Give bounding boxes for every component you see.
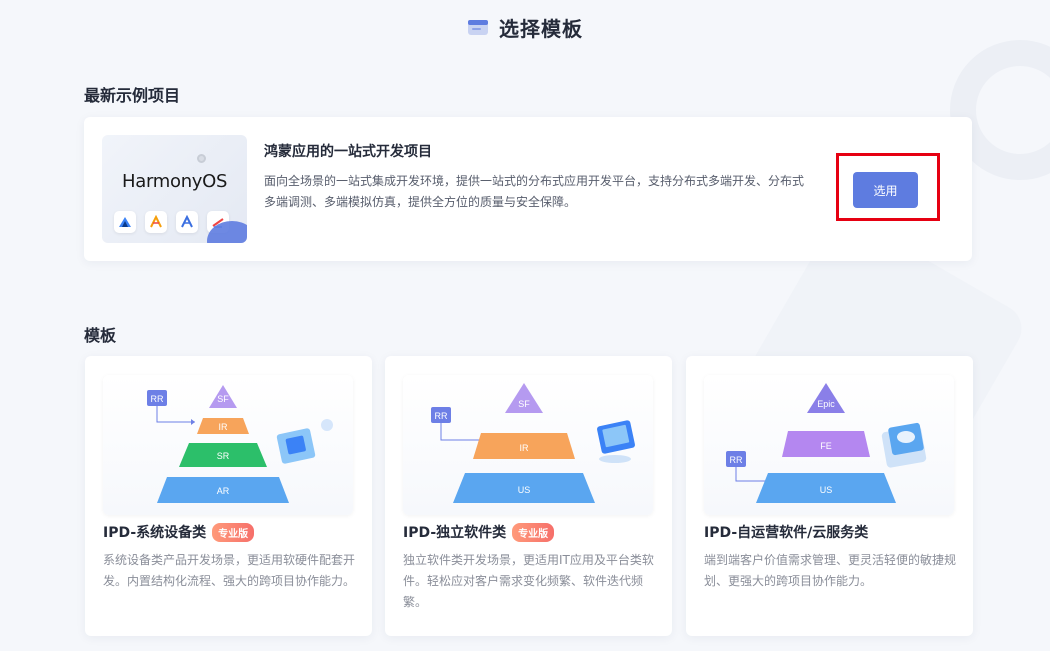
pro-badge: 专业版 [512,522,555,542]
arrow-head [191,419,195,425]
level-sr-label: SR [217,451,230,461]
level-us-label: US [518,485,531,495]
page-title: 选择模板 [499,16,583,41]
template-diagram: RR SF IR US [403,375,653,515]
template-card-standalone-software[interactable]: RR SF IR US IPD-独立软件类 专业版 独立软件类开发场景，更适用I… [385,356,672,636]
template-title: IPD-系统设备类 [103,525,207,541]
template-diagram: RR Epic FE US [704,375,954,515]
level-fe-label: FE [820,441,832,451]
template-description: 独立软件类开发场景，更适用IT应用及平台类软件。轻松应对客户需求变化频繁、软件迭… [403,553,654,609]
cloud-app-icon [114,211,136,233]
template-card-self-operated-cloud[interactable]: RR Epic FE US IPD-自运营软件/云服务类 端到端客户价值需求管理… [686,356,973,636]
rr-label: RR [151,394,164,404]
level-sf-label: SF [217,394,229,404]
project-title: 鸿蒙应用的一站式开发项目 [264,144,432,160]
template-description: 端到端客户价值需求管理、更灵活轻便的敏捷规划、更强大的跨项目协作能力。 [704,553,957,588]
level-ir-label: IR [520,443,530,453]
level-ir-label: IR [219,422,229,432]
latest-section-title: 最新示例项目 [84,86,181,105]
flow-arrow [156,406,195,423]
page-header: 选择模板 [0,12,1050,42]
select-button[interactable]: 选用 [853,172,918,208]
templates-section-title: 模板 [84,326,117,345]
template-title: IPD-自运营软件/云服务类 [704,525,869,541]
ark-blue-app-icon [176,211,198,233]
decoration-dot [197,154,206,163]
template-title: IPD-独立软件类 [403,525,507,541]
ark-app-icon [145,211,167,233]
project-thumbnail: HarmonyOS [102,135,247,243]
rr-label: RR [435,411,448,421]
project-description: 面向全场景的一站式集成开发环境，提供一站式的分布式应用开发平台，支持分布式多端开… [264,174,805,209]
template-description: 系统设备类产品开发场景，更适用软硬件配套开发。内置结构化流程、强大的跨项目协作能… [103,553,356,588]
template-diagram: RR SF IR SR AR [103,375,353,515]
template-card-system-device[interactable]: RR SF IR SR AR IPD-系统设备类 专业版 系统设备类产品开发场景… [85,356,372,636]
pro-badge: 专业版 [212,522,255,542]
level-ar-label: AR [217,486,230,496]
level-sf-label: SF [518,399,530,409]
rr-label: RR [730,455,743,465]
level-us-label: US [820,485,833,495]
harmonyos-logo: HarmonyOS [122,171,228,192]
level-epic-label: Epic [817,399,835,409]
featured-project-card: HarmonyOS 鸿蒙应用的一站式开发项目 面向全场景的一站式集成开发环境，提… [84,117,972,261]
template-icon [468,20,488,35]
